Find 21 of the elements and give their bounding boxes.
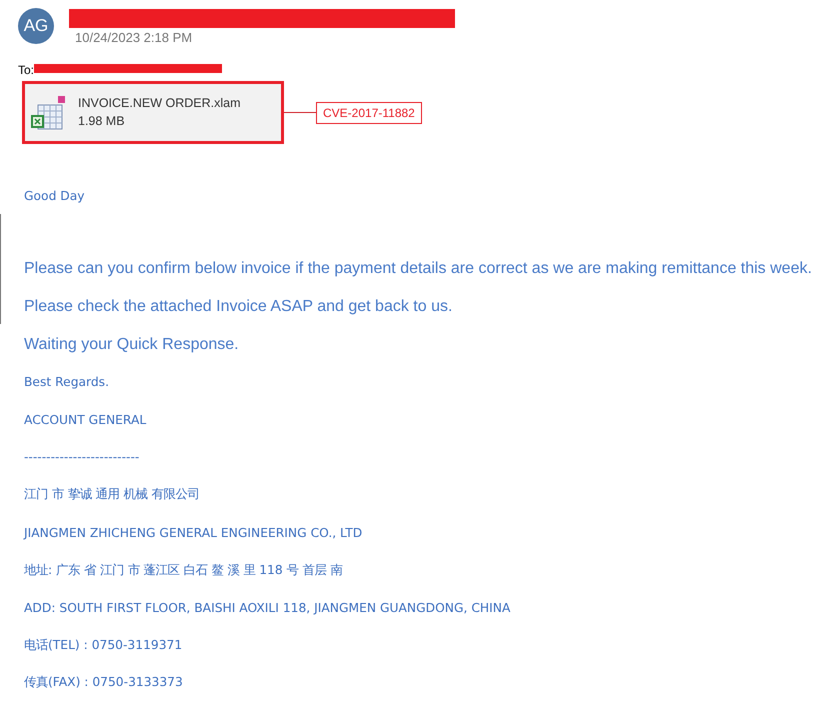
message-text: ACCOUNT GENERAL bbox=[24, 412, 146, 427]
message-text: Please can you confirm below invoice if the payment details are correct as we are making remittance this week. bbox=[24, 260, 812, 278]
avatar: AG bbox=[18, 8, 54, 44]
message-text: 地址: 广东 省 江门 市 蓬江区 白石 鳌 溪 里 118 号 首层 南 bbox=[24, 562, 342, 579]
attachment-card[interactable]: INVOICE.NEW ORDER.xlam 1.98 MB bbox=[22, 81, 284, 144]
message-date: 10/24/2023 2:18 PM bbox=[75, 30, 194, 45]
to-label: To: bbox=[18, 63, 34, 77]
annotation-label: CVE-2017-11882 bbox=[316, 102, 422, 124]
message-text: -------------------------- bbox=[24, 450, 140, 464]
message-text: Waiting your Quick Response. bbox=[24, 336, 239, 354]
leader-line bbox=[284, 112, 316, 113]
message-text: 传真(FAX) : 0750-3133373 bbox=[24, 674, 183, 692]
message-text: Good Day bbox=[24, 188, 85, 203]
message-text: Please check the attached Invoice ASAP and get back to us. bbox=[24, 298, 452, 316]
message-text: 江门 市 挚诚 通用 机械 有限公司 bbox=[24, 486, 200, 504]
message-text: 电话(TEL) : 0750-3119371 bbox=[24, 636, 182, 654]
message-text: ADD: SOUTH FIRST FLOOR, BAISHI AOXILI 118, JIANGMEN GUANGDONG, CHINA bbox=[24, 600, 510, 615]
attachment-name: INVOICE.NEW ORDER.xlam bbox=[78, 96, 241, 110]
message-text: JIANGMEN ZHICHENG GENERAL ENGINEERING CO., LTD bbox=[24, 526, 362, 540]
message-text: Best Regards. bbox=[24, 375, 109, 390]
attachment-size: 1.98 MB bbox=[78, 114, 126, 128]
